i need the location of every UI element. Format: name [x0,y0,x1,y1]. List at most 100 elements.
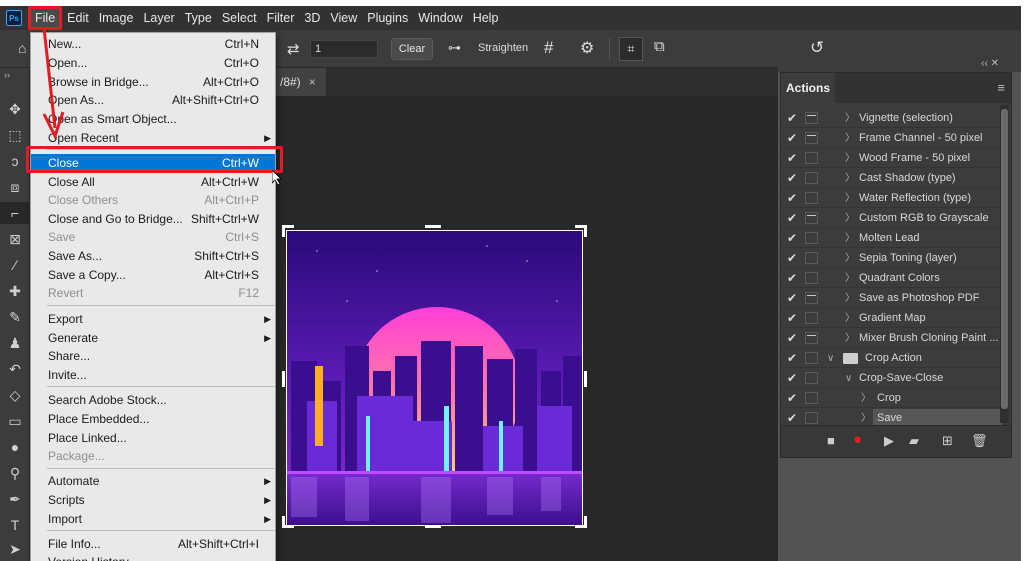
menu-item-share[interactable]: Share... [31,347,275,366]
check-icon[interactable]: ✔ [787,129,797,148]
new-set-folder-icon[interactable]: ▰ [909,433,919,449]
straighten-label[interactable]: Straighten [478,42,528,54]
path-select-tool-icon[interactable]: ➤ [0,538,30,560]
chevron-right-icon[interactable]: 〉 [845,309,855,328]
action-row[interactable]: ✔ 〉 Quadrant Colors [781,269,999,288]
check-icon[interactable]: ✔ [787,269,797,288]
stop-icon[interactable]: ■ [827,433,835,448]
menu-view[interactable]: View [325,6,362,30]
menu-item-save-a-copy[interactable]: Save a Copy... Alt+Ctrl+S [31,266,275,285]
dialog-toggle-icon[interactable] [805,112,818,124]
action-row[interactable]: ✔ 〉 Cast Shadow (type) [781,169,999,188]
ratio-input[interactable]: 1 [310,40,378,58]
chevron-right-icon[interactable]: 〉 [845,169,855,188]
reset-icon[interactable]: ↺ [810,38,824,58]
dialog-toggle-icon[interactable] [805,332,818,344]
menu-item-scripts[interactable]: Scripts ▶ [31,491,275,510]
action-row[interactable]: ✔ 〉 Mixer Brush Cloning Paint ... [781,329,999,348]
check-icon[interactable]: ✔ [787,329,797,348]
action-row[interactable]: ✔ 〉 Water Reflection (type) [781,189,999,208]
crop-handle-bl-v[interactable] [282,516,285,528]
menu-item-generate[interactable]: Generate ▶ [31,329,275,348]
menu-3d[interactable]: 3D [299,6,325,30]
check-icon[interactable]: ✔ [787,169,797,188]
panel-menu-icon[interactable]: ≡ [997,80,1005,95]
chevron-right-icon[interactable]: 〉 [845,149,855,168]
crop-handle-top[interactable] [425,225,441,228]
action-row[interactable]: ✔ ∨ Crop-Save-Close [781,369,999,388]
chevron-down-icon[interactable]: ∨ [845,369,852,388]
dialog-toggle-icon[interactable] [805,132,818,144]
crop-handle-left[interactable] [282,371,285,387]
menu-item-search-adobe-stock[interactable]: Search Adobe Stock... [31,391,275,410]
content-aware-icon[interactable]: ⧉ [654,38,665,55]
check-icon[interactable]: ✔ [787,389,797,408]
check-icon[interactable]: ✔ [787,229,797,248]
chevron-right-icon[interactable]: 〉 [845,209,855,228]
scrollbar-thumb[interactable] [1001,109,1008,409]
close-tab-icon[interactable]: × [309,75,316,89]
action-row[interactable]: ✔ 〉 Sepia Toning (layer) [781,249,999,268]
object-select-tool-icon[interactable]: ⧈ [0,176,30,198]
new-action-icon[interactable]: ⊞ [942,433,953,449]
straighten-icon[interactable]: ⊶ [448,40,461,56]
dialog-toggle-icon[interactable] [805,352,818,364]
check-icon[interactable]: ✔ [787,209,797,228]
clear-button[interactable]: Clear [391,38,433,60]
action-set-row[interactable]: ✔ ∨ Crop Action [781,349,999,368]
stamp-tool-icon[interactable]: ♟ [0,332,30,354]
dialog-toggle-icon[interactable] [805,152,818,164]
crop-handle-tl-v[interactable] [282,225,285,237]
brush-tool-icon[interactable]: ✎ [0,306,30,328]
gradient-tool-icon[interactable]: ▭ [0,410,30,432]
menu-help[interactable]: Help [468,6,504,30]
check-icon[interactable]: ✔ [787,109,797,128]
crop-handle-bottom[interactable] [425,525,441,528]
city-artwork-image[interactable] [286,230,583,526]
chevron-right-icon[interactable]: 〉 [845,289,855,308]
menu-item-place-embedded[interactable]: Place Embedded... [31,410,275,429]
action-row[interactable]: ✔ 〉 Gradient Map [781,309,999,328]
dialog-toggle-icon[interactable] [805,192,818,204]
check-icon[interactable]: ✔ [787,149,797,168]
action-row[interactable]: ✔ 〉 Custom RGB to Grayscale [781,209,999,228]
action-row[interactable]: ✔ 〉 Molten Lead [781,229,999,248]
chevron-right-icon[interactable]: 〉 [861,389,871,408]
chevron-right-icon[interactable]: 〉 [845,109,855,128]
actions-tab[interactable]: Actions [781,73,835,103]
chevron-right-icon[interactable]: 〉 [845,269,855,288]
action-row[interactable]: ✔ 〉 Frame Channel - 50 pixel [781,129,999,148]
dialog-toggle-icon[interactable] [805,392,818,404]
dialog-toggle-icon[interactable] [805,252,818,264]
chevron-right-icon[interactable]: 〉 [845,229,855,248]
menu-item-place-linked[interactable]: Place Linked... [31,429,275,448]
dialog-toggle-icon[interactable] [805,212,818,224]
eyedropper-tool-icon[interactable]: ⁄ [0,254,30,276]
menu-item-version-history[interactable]: Version History [31,553,275,561]
crop-handle-right[interactable] [584,371,587,387]
action-step-row[interactable]: ✔ 〉 Crop [781,389,999,408]
dialog-toggle-icon[interactable] [805,272,818,284]
dialog-toggle-icon[interactable] [805,412,818,424]
frame-tool-icon[interactable]: ⊠ [0,228,30,250]
check-icon[interactable]: ✔ [787,189,797,208]
check-icon[interactable]: ✔ [787,369,797,388]
dialog-toggle-icon[interactable] [805,372,818,384]
delete-cropped-icon[interactable]: ⌗ [619,37,643,61]
healing-tool-icon[interactable]: ✚ [0,280,30,302]
dialog-toggle-icon[interactable] [805,292,818,304]
menu-window[interactable]: Window [413,6,467,30]
dialog-toggle-icon[interactable] [805,172,818,184]
history-brush-tool-icon[interactable]: ↶ [0,358,30,380]
chevron-right-icon[interactable]: 〉 [845,329,855,348]
trash-icon[interactable]: 🗑 [971,433,988,449]
grid-overlay-icon[interactable]: # [544,38,553,58]
menu-item-file-info[interactable]: File Info... Alt+Shift+Ctrl+I [31,535,275,554]
crop-handle-tr-v[interactable] [584,225,587,237]
check-icon[interactable]: ✔ [787,349,797,368]
check-icon[interactable]: ✔ [787,309,797,328]
action-row[interactable]: ✔ 〉 Vignette (selection) [781,109,999,128]
dialog-toggle-icon[interactable] [805,312,818,324]
collapse-panels-icon[interactable]: ‹‹ ✕ [981,58,999,69]
menu-item-export[interactable]: Export ▶ [31,310,275,329]
